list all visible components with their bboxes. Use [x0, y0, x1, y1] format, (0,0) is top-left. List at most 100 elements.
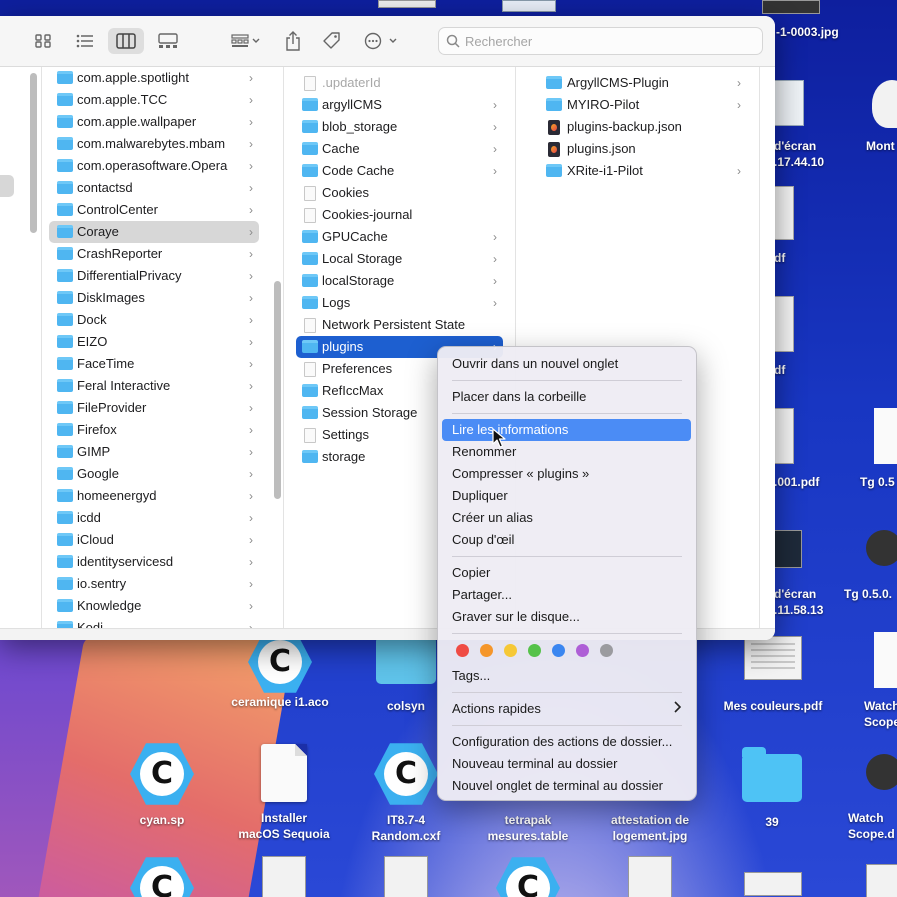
gallery-view-button[interactable]	[152, 28, 184, 54]
tag-color-dot[interactable]	[480, 644, 493, 657]
desktop-file-label[interactable]: .11.58.13	[774, 602, 823, 618]
gimp-icon[interactable]	[866, 754, 897, 790]
desktop-icon[interactable]: Installer macOS Sequoia	[229, 744, 339, 842]
desktop-thumbnail[interactable]	[874, 632, 897, 688]
menu-item-new-terminal-tab[interactable]: Nouvel onglet de terminal au dossier	[442, 775, 691, 797]
list-item[interactable]: Firefox ›	[49, 419, 259, 441]
desktop-thumbnail[interactable]	[774, 296, 794, 352]
desktop-thumbnail[interactable]	[628, 856, 672, 897]
menu-item-burn[interactable]: Graver sur le disque...	[442, 606, 691, 628]
gimp-icon[interactable]	[866, 530, 897, 566]
desktop-file-label[interactable]: Scope.d	[848, 826, 895, 842]
list-item[interactable]: com.apple.wallpaper ›	[49, 111, 259, 133]
list-item[interactable]: iCloud ›	[49, 529, 259, 551]
desktop-thumbnail[interactable]	[874, 408, 897, 464]
desktop-thumbnail[interactable]	[384, 856, 428, 897]
apple-icon[interactable]	[872, 80, 897, 128]
menu-item-get-info[interactable]: Lire les informations	[442, 419, 691, 441]
list-item[interactable]: Code Cache ›	[296, 160, 503, 182]
desktop-icon[interactable]: 39	[717, 747, 827, 830]
list-item[interactable]: CrashReporter ›	[49, 243, 259, 265]
menu-item-open-new-tab[interactable]: Ouvrir dans un nouvel onglet	[442, 353, 691, 375]
list-item[interactable]: ControlCenter ›	[49, 199, 259, 221]
list-item[interactable]: Cookies	[296, 182, 503, 204]
menu-item-compress[interactable]: Compresser « plugins »	[442, 463, 691, 485]
list-item[interactable]: blob_storage ›	[296, 116, 503, 138]
tags-button[interactable]	[318, 28, 346, 54]
list-item[interactable]: Network Persistent State	[296, 314, 503, 336]
column-scrollbar[interactable]	[30, 73, 37, 233]
list-item[interactable]: plugins.json	[542, 138, 747, 160]
desktop-thumbnail[interactable]	[378, 0, 436, 8]
list-item[interactable]: Coraye ›	[49, 221, 259, 243]
list-item[interactable]: Google ›	[49, 463, 259, 485]
menu-item-folder-actions[interactable]: Configuration des actions de dossier...	[442, 731, 691, 753]
desktop-thumbnail[interactable]	[774, 530, 802, 568]
desktop-file-label[interactable]: Watch	[848, 810, 884, 826]
tag-color-dot[interactable]	[600, 644, 613, 657]
share-button[interactable]	[280, 28, 306, 54]
menu-item-make-alias[interactable]: Créer un alias	[442, 507, 691, 529]
desktop-thumbnail[interactable]	[762, 0, 820, 14]
desktop-file-label[interactable]: Mont	[866, 138, 895, 154]
menu-item-move-to-trash[interactable]: Placer dans la corbeille	[442, 386, 691, 408]
desktop-thumbnail[interactable]	[774, 408, 794, 464]
desktop-file-label[interactable]: .17.44.10	[774, 154, 824, 170]
column-view-button[interactable]	[108, 28, 144, 54]
column-scrollbar[interactable]	[274, 281, 281, 499]
tag-color-dot[interactable]	[456, 644, 469, 657]
desktop-file-label[interactable]: d'écran	[774, 586, 816, 602]
desktop-icon[interactable]: attestation de logement.jpg	[595, 806, 705, 844]
list-item[interactable]: FileProvider ›	[49, 397, 259, 419]
list-item[interactable]: Kodi ›	[49, 617, 259, 628]
desktop-icon[interactable]: Mes couleurs.pdf	[718, 636, 828, 714]
tag-color-dot[interactable]	[528, 644, 541, 657]
menu-item-quick-actions[interactable]: Actions rapides	[442, 698, 691, 720]
list-item[interactable]: GPUCache ›	[296, 226, 503, 248]
list-item[interactable]: Feral Interactive ›	[49, 375, 259, 397]
menu-item-new-terminal[interactable]: Nouveau terminal au dossier	[442, 753, 691, 775]
list-item[interactable]: icdd ›	[49, 507, 259, 529]
list-item[interactable]: DifferentialPrivacy ›	[49, 265, 259, 287]
actions-button[interactable]	[360, 28, 402, 54]
menu-item-duplicate[interactable]: Dupliquer	[442, 485, 691, 507]
desktop-thumbnail[interactable]	[770, 80, 804, 126]
search-input[interactable]	[465, 32, 755, 50]
menu-item-quick-look[interactable]: Coup d'œil	[442, 529, 691, 551]
list-item[interactable]: XRite-i1-Pilot ›	[542, 160, 747, 182]
list-item[interactable]: Knowledge ›	[49, 595, 259, 617]
desktop-file-label[interactable]: df	[774, 362, 785, 378]
desktop-file-label[interactable]: Tg 0.5	[860, 474, 895, 490]
list-item[interactable]: com.apple.TCC ›	[49, 89, 259, 111]
list-item[interactable]: Local Storage ›	[296, 248, 503, 270]
list-item[interactable]: FaceTime ›	[49, 353, 259, 375]
list-item[interactable]: Dock ›	[49, 309, 259, 331]
list-item[interactable]: localStorage ›	[296, 270, 503, 292]
list-item[interactable]: Cookies-journal	[296, 204, 503, 226]
desktop-file-label[interactable]: .001.pdf	[774, 474, 819, 490]
desktop-thumbnail[interactable]	[774, 186, 794, 240]
menu-item-rename[interactable]: Renommer	[442, 441, 691, 463]
list-item[interactable]: com.malwarebytes.mbam ›	[49, 133, 259, 155]
list-item[interactable]: identityservicesd ›	[49, 551, 259, 573]
selected-row[interactable]	[0, 175, 14, 197]
tag-color-dot[interactable]	[576, 644, 589, 657]
coraye-icon[interactable]	[496, 857, 560, 897]
desktop-icon[interactable]: ceramique i1.aco	[225, 630, 335, 710]
tag-color-dot[interactable]	[552, 644, 565, 657]
list-item[interactable]: MYIRO-Pilot ›	[542, 94, 747, 116]
list-item[interactable]: Cache ›	[296, 138, 503, 160]
desktop-file-label[interactable]: -1-0003.jpg	[776, 24, 839, 40]
list-view-button[interactable]	[70, 28, 100, 54]
desktop-thumbnail[interactable]	[866, 864, 897, 897]
list-item[interactable]: homeenergyd ›	[49, 485, 259, 507]
icon-view-button[interactable]	[28, 28, 58, 54]
list-item[interactable]: argyllCMS ›	[296, 94, 503, 116]
menu-item-share[interactable]: Partager...	[442, 584, 691, 606]
list-item[interactable]: com.apple.spotlight ›	[49, 67, 259, 89]
desktop-file-label[interactable]: Scope	[864, 714, 897, 730]
desktop-file-label[interactable]: Tg 0.5.0.	[844, 586, 892, 602]
menu-item-tags[interactable]: Tags...	[442, 665, 691, 687]
desktop-file-label[interactable]: Watch	[864, 698, 897, 714]
list-item[interactable]: EIZO ›	[49, 331, 259, 353]
